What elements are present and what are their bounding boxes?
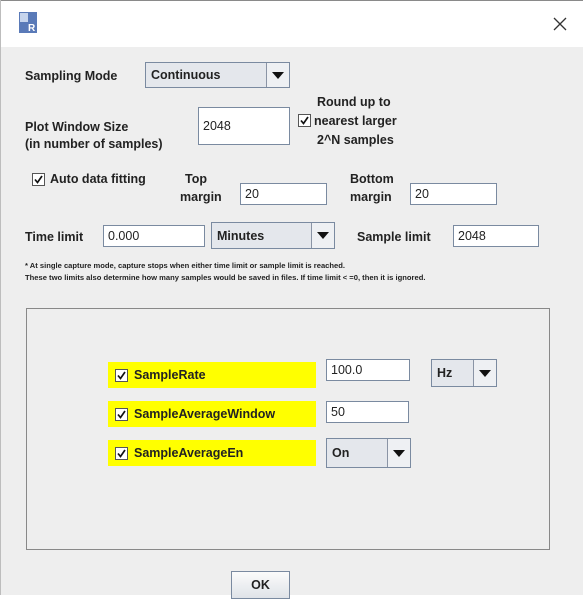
chevron-down-icon[interactable] [387,439,410,467]
svg-text:R: R [28,23,36,33]
samplerate-unit-dropdown[interactable]: Hz [431,359,497,387]
time-unit-value: Minutes [217,228,265,243]
samplerate-label: SampleRate [134,368,206,382]
round-up-label-line1: Round up to [317,95,391,109]
sampleaverageen-label: SampleAverageEn [134,446,244,460]
parameters-panel [26,308,550,550]
sampleaverageen-value: On [332,446,350,460]
time-limit-label: Time limit [25,230,84,244]
samplerate-input[interactable]: 100.0 [326,359,410,381]
close-icon[interactable] [551,15,569,33]
samplerate-unit-value: Hz [437,366,453,380]
sampleaveragewindow-checkbox[interactable] [115,408,128,421]
top-margin-input[interactable]: 20 [240,183,327,205]
auto-data-fitting-label: Auto data fitting [50,172,146,186]
round-up-label-line3: 2^N samples [317,133,394,147]
time-limit-input[interactable]: 0.000 [103,225,205,247]
checkmark-icon [34,175,43,184]
r-app-icon: R [19,12,37,33]
plot-window-size-input[interactable]: 2048 [198,107,290,145]
checkmark-icon [117,449,126,458]
checkmark-icon [117,410,126,419]
chevron-down-icon[interactable] [311,223,334,248]
bottom-margin-label-line1: Bottom [350,172,394,186]
bottom-margin-input[interactable]: 20 [410,183,497,205]
auto-data-fitting-checkbox[interactable] [32,173,45,186]
sampling-mode-value: Continuous [151,68,221,82]
plot-window-size-label: Plot Window Size [25,120,129,134]
checkmark-icon [300,116,309,125]
chevron-down-icon[interactable] [473,360,496,386]
sample-limit-label: Sample limit [357,230,431,244]
round-up-label-line2: nearest larger [314,114,397,128]
sampleaveragewindow-label: SampleAverageWindow [134,407,276,421]
sample-limit-input[interactable]: 2048 [453,225,539,247]
samplerate-checkbox[interactable] [115,369,128,382]
bottom-margin-label-line2: margin [350,190,392,204]
plot-window-size-sublabel: (in number of samples) [25,137,163,151]
title-bar[interactable]: R [1,1,583,47]
sampling-mode-dropdown[interactable]: Continuous [145,62,290,88]
checkmark-icon [117,371,126,380]
note-line2: These two limits also determine how many… [25,273,426,282]
top-margin-label-line2: margin [180,190,222,204]
top-margin-label-line1: Top [185,172,207,186]
time-unit-dropdown[interactable]: Minutes [211,222,335,249]
sampleaveragewindow-input[interactable]: 50 [326,401,409,423]
round-up-checkbox[interactable] [298,114,311,127]
chevron-down-icon[interactable] [266,63,289,87]
sampleaverageen-dropdown[interactable]: On [326,438,411,468]
sampleaverageen-checkbox[interactable] [115,447,128,460]
sampling-mode-label: Sampling Mode [25,69,118,83]
note-line1: * At single capture mode, capture stops … [25,261,346,270]
